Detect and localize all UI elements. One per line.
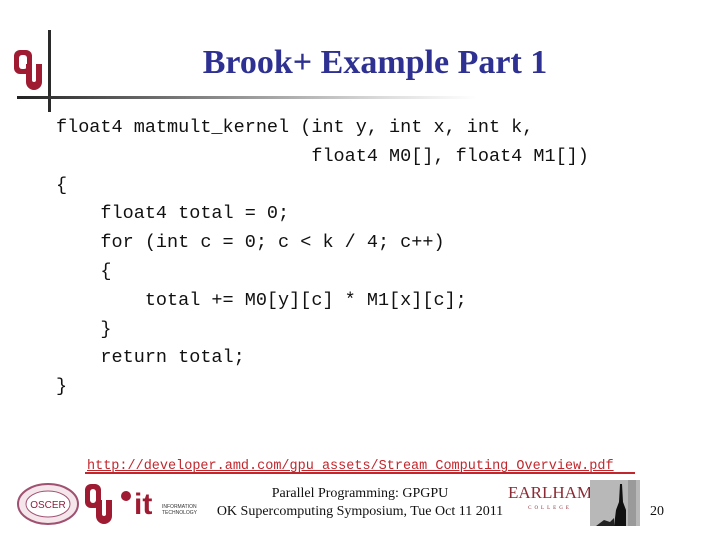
title-horizontal-rule [17,96,477,99]
code-line: float4 matmult_kernel (int y, int x, int… [56,117,534,138]
ou-logo-icon [14,50,42,90]
tower-photo-icon [590,480,640,526]
code-line: float4 M0[], float4 M1[]) [56,145,589,167]
code-line: { [56,174,68,196]
code-line: total += M0[y][c] * M1[x][c]; [56,289,467,311]
code-line: float4 total = 0; [56,203,290,225]
code-line: } [56,318,112,340]
slide-title: Brook+ Example Part 1 [202,44,548,81]
oscer-logo-text: OSCER [30,500,66,511]
footer-line-1: Parallel Programming: GPGPU [271,486,449,501]
code-line: for (int c = 0; c < k / 4; c++) [56,232,445,254]
footer-caption: Parallel Programming: GPGPU OK Supercomp… [200,485,520,521]
code-line: } [56,376,68,398]
it-logo-text: it [134,488,152,521]
code-line: return total; [56,347,245,369]
earlham-logo-text: EARLHAM [508,483,592,502]
footer-line-2: OK Supercomputing Symposium, Tue Oct 11 … [216,504,504,519]
page-number: 20 [650,504,664,519]
earlham-logo-icon: EARLHAM COLLEGE [508,483,592,511]
ou-footer-logo-icon [85,484,112,524]
earlham-logo-sub: COLLEGE [528,506,572,511]
title-vertical-rule [48,30,51,112]
code-block: float4 matmult_kernel (int y, int x, int… [56,114,589,402]
link-underline-bar [85,472,635,474]
oscer-logo-icon: OSCER [17,483,79,525]
it-logo-icon: it INFORMATION TECHNOLOGY [121,488,198,521]
code-line: { [56,260,112,282]
it-logo-sub2: TECHNOLOGY [162,510,198,516]
